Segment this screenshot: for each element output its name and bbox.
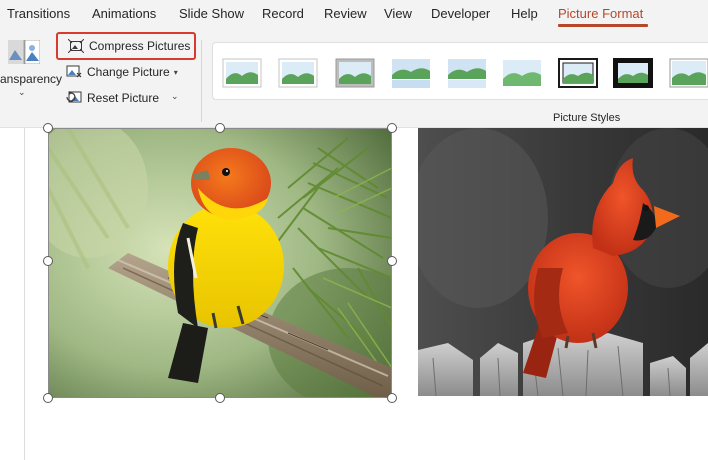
resize-handle-bottom-left[interactable]	[43, 393, 53, 403]
picture-style-soft-oval-icon[interactable]	[502, 57, 542, 89]
slide-left-edge	[24, 128, 25, 460]
picture-style-gray-frame-icon[interactable]	[335, 57, 375, 89]
tab-transitions[interactable]: Transitions	[7, 6, 70, 21]
chevron-down-icon: ⌄	[18, 87, 26, 97]
compress-pictures-icon	[68, 39, 84, 53]
resize-handle-top-center[interactable]	[215, 123, 225, 133]
group-separator	[201, 40, 202, 122]
western-tanager-photo[interactable]	[48, 128, 392, 398]
picture-style-simple-frame-icon[interactable]	[222, 57, 262, 89]
tab-slide-show[interactable]: Slide Show	[179, 6, 244, 21]
picture-style-thick-black-icon[interactable]	[613, 57, 653, 89]
picture-styles-group-label: Picture Styles	[553, 112, 621, 124]
reset-picture-icon	[66, 91, 82, 103]
change-picture-icon	[66, 65, 82, 78]
tab-animations[interactable]: Animations	[92, 6, 156, 21]
tab-record[interactable]: Record	[262, 6, 304, 21]
northern-cardinal-photo[interactable]	[418, 128, 708, 396]
change-picture-label: Change Picture	[87, 65, 170, 79]
tab-picture-format[interactable]: Picture Format	[558, 6, 643, 21]
picture-style-black-frame-icon[interactable]	[558, 57, 598, 89]
resize-handle-bottom-right[interactable]	[387, 393, 397, 403]
resize-handle-top-right[interactable]	[387, 123, 397, 133]
active-tab-indicator	[558, 24, 648, 27]
reset-picture-label: Reset Picture	[87, 91, 160, 105]
picture-styles-gallery	[212, 42, 708, 100]
tab-developer[interactable]: Developer	[431, 6, 490, 21]
transparency-icon	[8, 40, 40, 64]
ribbon-tab-bar: Transitions Animations Slide Show Record…	[0, 0, 708, 28]
change-picture-button[interactable]: Change Picture ▾	[66, 61, 178, 83]
tab-help[interactable]: Help	[511, 6, 538, 21]
picture-style-reflected-icon[interactable]	[391, 57, 431, 89]
reset-picture-button[interactable]: Reset Picture	[66, 87, 159, 109]
picture-style-reflected-soft-icon[interactable]	[447, 57, 487, 89]
compress-pictures-label: Compress Pictures	[89, 39, 191, 53]
chevron-down-icon: ▾	[173, 67, 178, 77]
tab-review[interactable]: Review	[324, 6, 367, 21]
transparency-label: ansparency	[0, 72, 63, 86]
resize-handle-top-left[interactable]	[43, 123, 53, 133]
picture-style-beveled-icon[interactable]	[669, 57, 708, 89]
chevron-down-icon[interactable]: ⌄	[171, 91, 179, 102]
transparency-button[interactable]: ansparency ⌄	[0, 35, 63, 105]
picture-style-soft-edge-icon[interactable]	[278, 57, 318, 89]
resize-handle-middle-right[interactable]	[387, 256, 397, 266]
resize-handle-bottom-center[interactable]	[215, 393, 225, 403]
compress-pictures-button[interactable]: Compress Pictures	[56, 32, 196, 60]
tab-view[interactable]: View	[384, 6, 412, 21]
resize-handle-middle-left[interactable]	[43, 256, 53, 266]
